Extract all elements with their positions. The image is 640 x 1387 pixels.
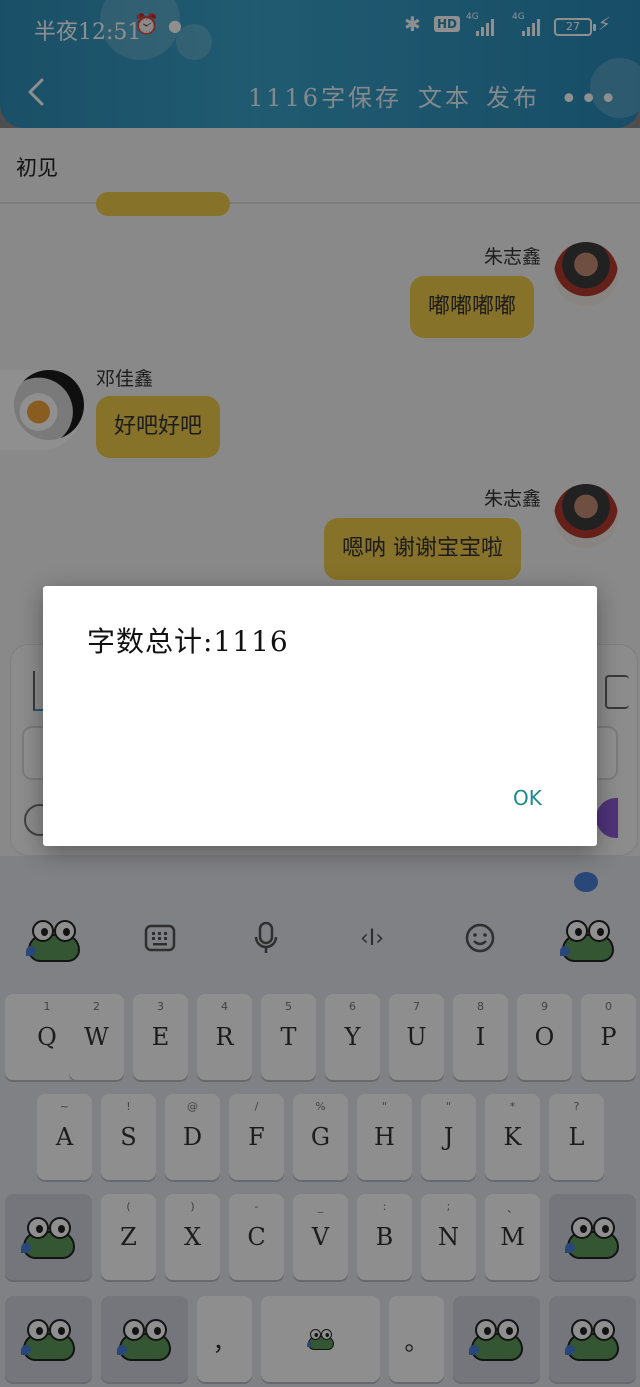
dialog-message: 字数总计:1116 bbox=[87, 625, 289, 658]
word-count-dialog: 字数总计:1116 OK bbox=[43, 586, 597, 846]
ok-button[interactable]: OK bbox=[505, 782, 550, 814]
